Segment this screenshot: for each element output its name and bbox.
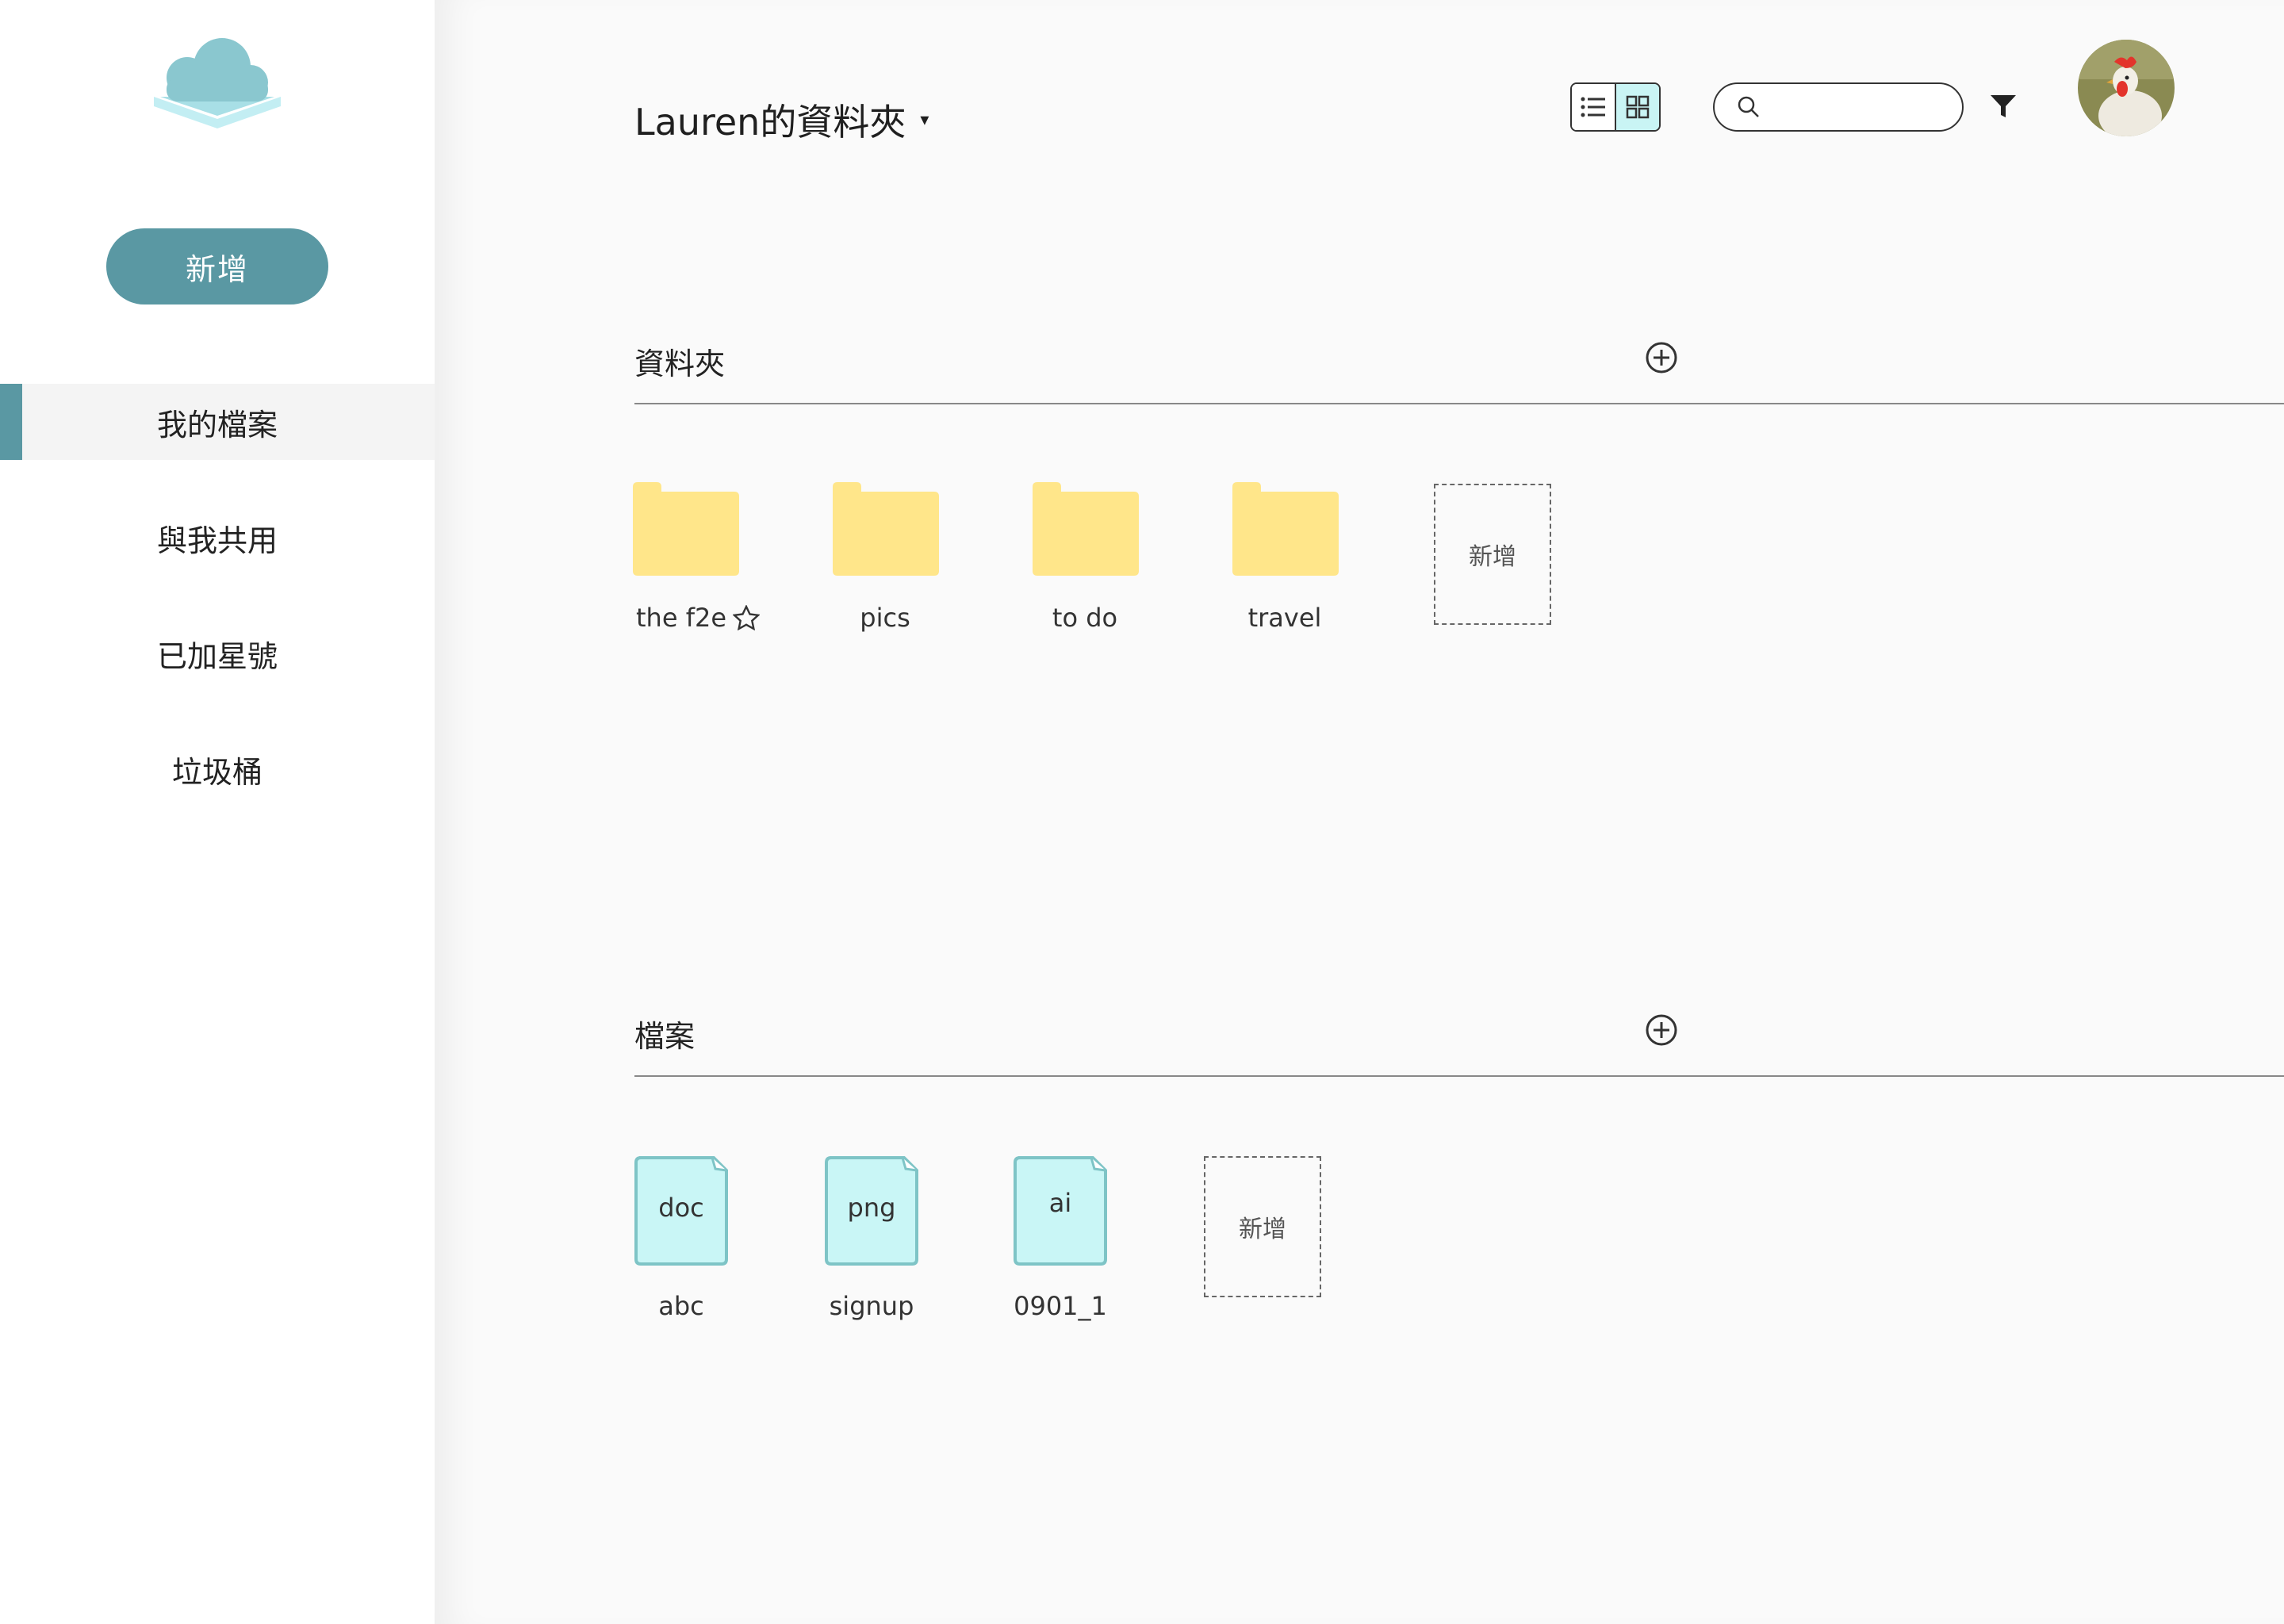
folder-name: travel [1247,603,1322,633]
avatar[interactable] [2078,40,2175,136]
sidebar-item-shared[interactable]: 與我共用 [0,500,435,576]
sidebar: 新增 我的檔案 與我共用 已加星號 垃圾桶 [0,0,435,1624]
cloud-logo[interactable] [149,36,286,144]
folder-icon [833,482,939,576]
folder-name: the f2e [628,603,768,633]
folder-icon [1033,482,1139,576]
section-title: 資料夾 [634,347,726,381]
file-name: 0901_1 [1014,1291,1107,1321]
sidebar-nav: 我的檔案 與我共用 已加星號 垃圾桶 [0,384,435,847]
search-input[interactable] [1770,94,1956,120]
star-icon[interactable] [733,605,760,630]
folder-name: pics [860,603,910,633]
search-box [1713,82,1964,132]
file-extension: ai [1048,1188,1072,1218]
grid-view-button[interactable] [1616,84,1659,130]
list-icon [1581,97,1605,117]
filter-icon[interactable] [1989,94,2018,122]
section-title: 檔案 [634,1019,696,1054]
file-extension: png [847,1193,896,1223]
grid-icon [1626,95,1650,119]
chevron-down-icon: ▾ [920,109,929,130]
folder-icon [633,482,739,576]
sidebar-item-label: 與我共用 [156,523,278,558]
folder-name: to do [1052,603,1118,633]
page-title: Lauren的資料夾 [634,101,906,144]
file-name: signup [829,1291,914,1321]
add-folder-button[interactable]: 新增 [1434,484,1551,625]
folder-title-dropdown[interactable]: Lauren的資料夾 ▾ [634,94,929,146]
file-name: abc [658,1291,704,1321]
folders-section-header: 資料夾 [634,339,2284,404]
folder-icon [1232,482,1339,576]
list-view-button[interactable] [1572,84,1616,130]
files-section-header: 檔案 [634,1012,2284,1077]
add-folder-icon[interactable] [1645,341,1678,377]
add-label: 新增 [1239,1216,1286,1243]
app: 新增 我的檔案 與我共用 已加星號 垃圾桶 Lauren的資料夾 ▾ 資料夾 t… [0,0,2284,1624]
sidebar-item-starred[interactable]: 已加星號 [0,615,435,691]
main-content: Lauren的資料夾 ▾ 資料夾 the f2e pics to do trav… [435,0,2284,1624]
sidebar-item-my-files[interactable]: 我的檔案 [0,384,435,460]
add-file-button[interactable]: 新增 [1204,1156,1321,1297]
search-icon [1738,96,1759,117]
sidebar-item-label: 垃圾桶 [171,754,263,790]
sidebar-item-label: 已加星號 [156,638,278,674]
sidebar-item-trash[interactable]: 垃圾桶 [0,731,435,807]
view-toggle [1570,82,1661,132]
sidebar-item-label: 我的檔案 [156,407,278,442]
new-button[interactable]: 新增 [106,228,328,304]
file-extension: doc [658,1193,704,1223]
add-label: 新增 [1469,543,1516,571]
add-file-icon[interactable] [1645,1013,1678,1050]
